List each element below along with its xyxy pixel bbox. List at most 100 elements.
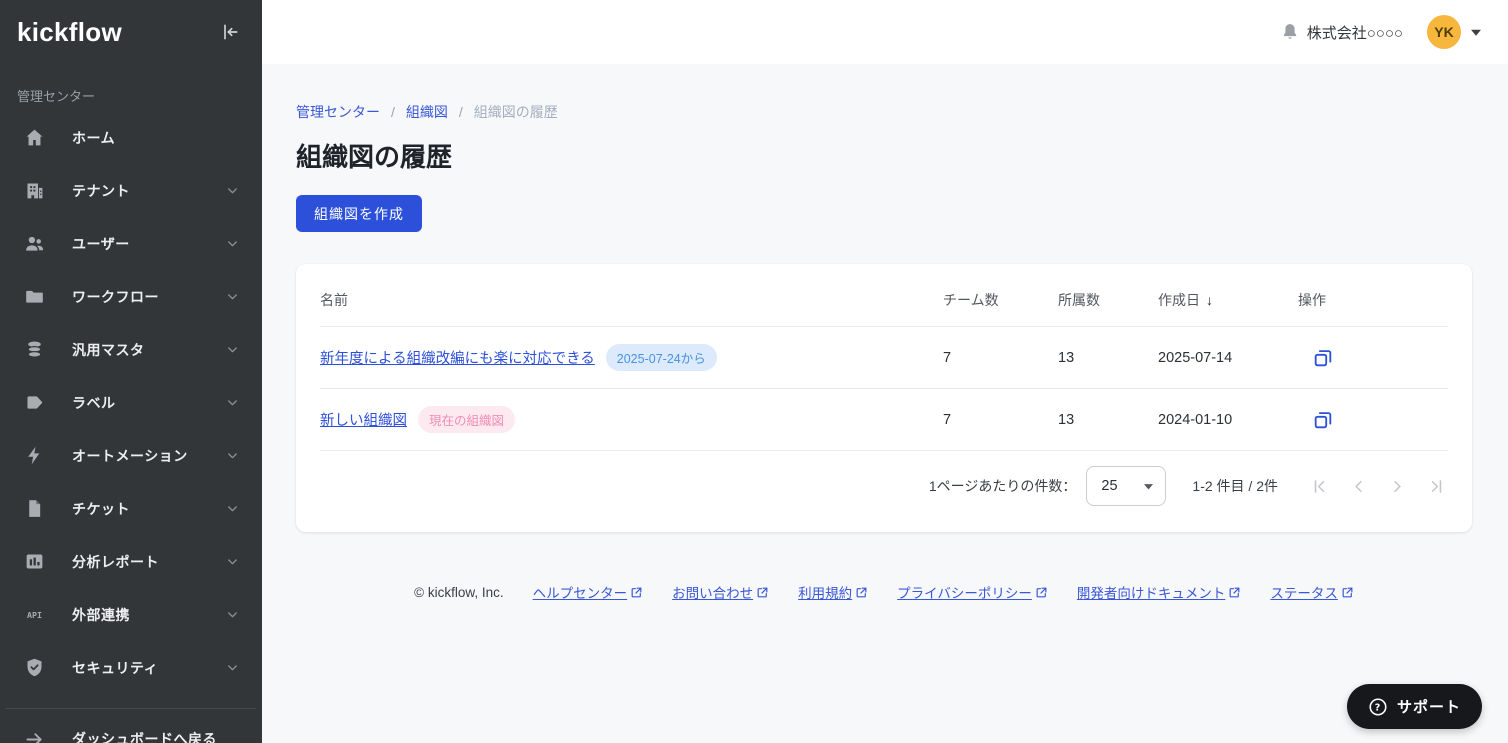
sidebar-item[interactable]: ワークフロー <box>0 270 262 323</box>
sidebar-item[interactable]: 汎用マスタ <box>0 323 262 376</box>
column-header-actions: 操作 <box>1298 268 1448 327</box>
sidebar-item[interactable]: ホーム <box>0 111 262 164</box>
sidebar-item-label: チケット <box>72 500 130 517</box>
breadcrumb-link-org-chart[interactable]: 組織図 <box>406 102 448 122</box>
user-menu-caret-icon[interactable] <box>1471 29 1481 36</box>
chevron-down-icon <box>225 448 240 463</box>
external-link-icon <box>1036 587 1047 597</box>
sidebar-item-label: 外部連携 <box>72 606 130 623</box>
sidebar-section-label: 管理センター <box>17 89 96 104</box>
chevron-down-icon <box>225 289 240 304</box>
cell-member-count: 13 <box>1058 326 1158 389</box>
copy-icon[interactable] <box>1312 409 1334 431</box>
footer-link[interactable]: ヘルプセンター <box>533 582 644 602</box>
sidebar-item-label: ホーム <box>72 129 116 146</box>
next-page-icon[interactable] <box>1388 477 1407 496</box>
notifications-bell-icon[interactable] <box>1280 22 1300 42</box>
external-link-icon <box>856 587 867 597</box>
cell-actions <box>1298 388 1448 451</box>
last-page-icon[interactable] <box>1427 477 1446 496</box>
footer-link[interactable]: ステータス <box>1270 582 1354 602</box>
sidebar-item-label: ユーザー <box>72 235 130 252</box>
shield-icon <box>24 657 45 678</box>
footer-links: ヘルプセンター お問い合わせ 利用規約 プライバシーポリシー 開発者向けドキュメ… <box>533 582 1354 602</box>
org-chart-link[interactable]: 新年度による組織改編にも楽に対応できる <box>320 351 595 367</box>
sidebar-item[interactable]: ユーザー <box>0 217 262 270</box>
users-icon <box>24 233 45 254</box>
first-page-icon[interactable] <box>1310 477 1329 496</box>
arrow-right-icon <box>24 729 45 743</box>
copy-icon[interactable] <box>1312 347 1334 369</box>
cell-name: 新年度による組織改編にも楽に対応できる 2025-07-24から <box>320 326 943 389</box>
chevron-down-icon <box>225 342 240 357</box>
external-link-icon <box>631 587 642 597</box>
pagination-arrows <box>1310 477 1446 496</box>
sidebar-collapse-icon[interactable] <box>220 22 240 42</box>
database-icon <box>24 339 45 360</box>
sidebar-item[interactable]: API 外部連携 <box>0 588 262 641</box>
breadcrumb-link-admin-center[interactable]: 管理センター <box>296 102 380 122</box>
tenant-name: 株式会社○○○○ <box>1306 24 1403 42</box>
column-header-members: 所属数 <box>1058 268 1158 327</box>
column-header-teams: チーム数 <box>943 268 1058 327</box>
sidebar-item[interactable]: 分析レポート <box>0 535 262 588</box>
chevron-down-icon <box>225 501 240 516</box>
bar-chart-icon <box>24 551 45 572</box>
copyright: © kickflow, Inc. <box>414 584 504 600</box>
breadcrumb: 管理センター / 組織図 / 組織図の履歴 <box>296 102 1472 122</box>
page-content: 管理センター / 組織図 / 組織図の履歴 組織図の履歴 組織図を作成 名前 チ… <box>262 64 1508 743</box>
external-link-icon <box>757 587 768 597</box>
page-title: 組織図の履歴 <box>296 142 453 172</box>
user-avatar[interactable]: YK <box>1427 15 1461 49</box>
sidebar-item-label: オートメーション <box>72 447 188 464</box>
sidebar: kickflow 管理センター ホーム テナント ユーザー ワークフロー 汎用マ… <box>0 0 262 743</box>
sidebar-item[interactable]: オートメーション <box>0 429 262 482</box>
footer-link[interactable]: 利用規約 <box>798 582 868 602</box>
pagination: 1ページあたりの件数： 25 1-2 件目 / 2件 <box>320 451 1448 520</box>
cell-member-count: 13 <box>1058 388 1158 451</box>
column-header-name: 名前 <box>320 268 943 327</box>
cell-actions <box>1298 326 1448 389</box>
chevron-down-icon <box>225 607 240 622</box>
org-chart-link[interactable]: 新しい組織図 <box>320 413 407 429</box>
sidebar-divider <box>6 708 256 709</box>
create-org-chart-button[interactable]: 組織図を作成 <box>296 195 422 232</box>
topbar: 株式会社○○○○ YK <box>262 0 1508 64</box>
svg-text:API: API <box>27 610 42 620</box>
cell-name: 新しい組織図 現在の組織図 <box>320 388 943 451</box>
main-column: 株式会社○○○○ YK 管理センター / 組織図 / 組織図の履歴 組織図の履歴… <box>262 0 1508 743</box>
sidebar-item[interactable]: セキュリティ <box>0 641 262 694</box>
question-circle-icon: ? <box>1369 697 1387 716</box>
sidebar-item[interactable]: ラベル <box>0 376 262 429</box>
sidebar-item-label: テナント <box>72 182 130 199</box>
tag-icon <box>24 392 45 413</box>
breadcrumb-current: 組織図の履歴 <box>473 104 558 120</box>
breadcrumb-separator: / <box>458 104 463 120</box>
table-row: 新年度による組織改編にも楽に対応できる 2025-07-24から 7 13 202… <box>320 326 1448 389</box>
svg-text:?: ? <box>1375 702 1381 713</box>
org-chart-history-table: 名前 チーム数 所属数 作成日 ↓ 操作 新年度による組織改編にも楽に対応できる… <box>320 268 1448 451</box>
sidebar-item-back-to-dashboard[interactable]: ダッシュボードへ戻る <box>0 711 262 743</box>
per-page-select[interactable]: 25 <box>1086 466 1167 506</box>
home-icon <box>24 127 45 148</box>
prev-page-icon[interactable] <box>1349 477 1368 496</box>
pagination-range-label: 1-2 件目 / 2件 <box>1192 478 1278 494</box>
footer-link[interactable]: プライバシーポリシー <box>897 582 1048 602</box>
support-button[interactable]: ? サポート <box>1346 684 1482 729</box>
sidebar-item-label: ワークフロー <box>72 288 159 305</box>
folder-icon <box>24 286 45 307</box>
column-header-created[interactable]: 作成日 ↓ <box>1158 268 1298 327</box>
table-row: 新しい組織図 現在の組織図 7 13 2024-01-10 <box>320 388 1448 451</box>
sidebar-bottom: ダッシュボードへ戻る <box>0 702 262 743</box>
footer-link[interactable]: お問い合わせ <box>672 582 769 602</box>
cell-created-date: 2025-07-14 <box>1158 326 1298 389</box>
footer-link[interactable]: 開発者向けドキュメント <box>1077 582 1242 602</box>
sidebar-item[interactable]: テナント <box>0 164 262 217</box>
api-icon: API <box>24 604 45 625</box>
breadcrumb-separator: / <box>391 104 395 120</box>
chevron-down-icon <box>225 236 240 251</box>
sidebar-item-label: ラベル <box>72 394 116 411</box>
sidebar-item[interactable]: チケット <box>0 482 262 535</box>
document-icon <box>24 498 45 519</box>
chevron-down-icon <box>225 183 240 198</box>
